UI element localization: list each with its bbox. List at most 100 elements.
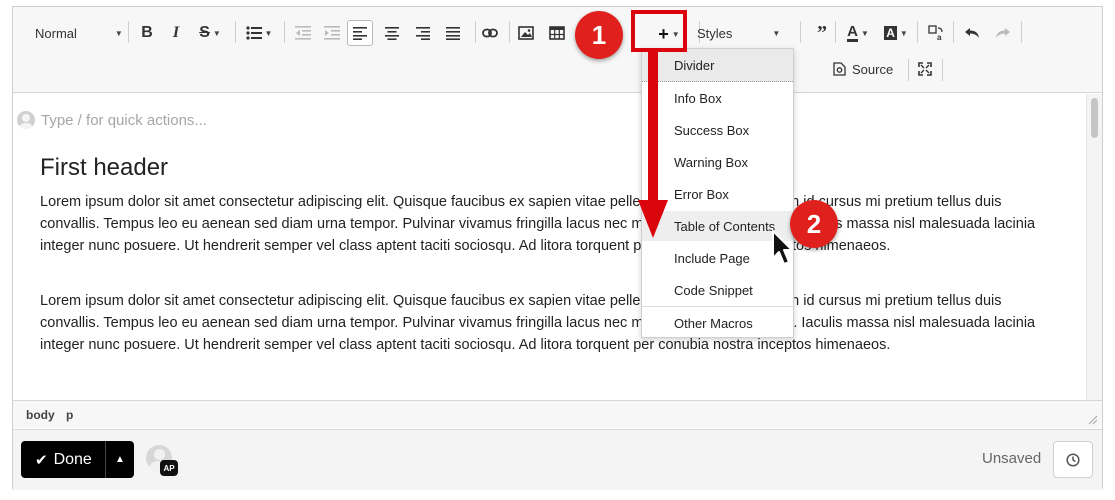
chevron-down-icon: ▼	[899, 28, 908, 38]
chevron-down-icon: ▼	[212, 28, 221, 38]
toolbar-divider	[284, 21, 285, 43]
avatar-initials-badge: AP	[160, 460, 178, 476]
done-button-group: ✔ Done ▲	[21, 441, 134, 478]
styles-select-label: Styles	[697, 25, 733, 41]
toolbar-divider	[475, 21, 476, 43]
content-paragraph: Lorem ipsum dolor sit amet consectetur a…	[40, 194, 1036, 254]
vertical-scrollbar[interactable]	[1086, 94, 1102, 400]
done-button[interactable]: ✔ Done	[21, 441, 105, 478]
user-avatar-icon	[17, 111, 35, 129]
scrollbar-thumb[interactable]	[1091, 98, 1098, 138]
path-item-p[interactable]: p	[66, 408, 73, 422]
list-button[interactable]: ▼	[242, 20, 276, 46]
content-heading: First header	[40, 154, 169, 181]
link-button[interactable]	[477, 20, 503, 46]
menu-item-label: Error Box	[674, 186, 729, 202]
resize-handle-icon[interactable]	[1088, 415, 1098, 425]
menu-item-label: Info Box	[674, 90, 722, 106]
undo-button[interactable]	[959, 20, 985, 46]
maximize-button[interactable]	[912, 56, 938, 82]
menu-item-other-macros[interactable]: Other Macros	[642, 308, 793, 338]
text-color-icon: A	[847, 23, 858, 42]
step-badge-2: 2	[790, 200, 838, 248]
chevron-down-icon: ▼	[772, 28, 781, 38]
strikethrough-icon: S	[199, 24, 210, 41]
align-center-icon	[385, 26, 399, 40]
chevron-down-icon: ▼	[264, 28, 273, 38]
content-paragraph: Lorem ipsum dolor sit amet consectetur a…	[40, 293, 1036, 353]
quick-actions-hint[interactable]: Type / for quick actions...	[17, 111, 207, 129]
format-select-label: Normal	[35, 25, 77, 41]
source-code-icon	[833, 62, 846, 76]
menu-divider	[642, 306, 793, 307]
toolbar-divider	[835, 21, 836, 43]
menu-item-label: Other Macros	[674, 315, 753, 331]
menu-item-info-box[interactable]: Info Box	[642, 83, 793, 113]
source-button[interactable]: Source	[833, 56, 905, 82]
toolbar-divider	[953, 21, 954, 43]
strikethrough-button[interactable]: S ▼	[193, 20, 227, 46]
translate-button[interactable]: a	[923, 20, 949, 46]
rich-text-editor: Normal ▼ B I S ▼ ▼ + ▼ Styles ▼ ” A ▼ A …	[12, 6, 1103, 490]
indent-button[interactable]	[319, 20, 345, 46]
outdent-icon	[295, 26, 311, 40]
menu-item-label: Warning Box	[674, 154, 748, 170]
align-left-button[interactable]	[347, 20, 373, 46]
toolbar-divider	[235, 21, 236, 43]
table-icon	[549, 26, 565, 40]
step-badge-1: 1	[575, 11, 623, 59]
align-center-button[interactable]	[379, 20, 405, 46]
table-button[interactable]	[544, 20, 570, 46]
undo-icon	[965, 28, 979, 38]
justify-button[interactable]	[440, 20, 466, 46]
insert-macro-menu: Divider Info Box Success Box Warning Box…	[641, 48, 794, 338]
redo-button[interactable]	[990, 20, 1016, 46]
arrow-annotation	[648, 52, 658, 204]
toolbar-divider	[1021, 21, 1022, 43]
toolbar-divider	[509, 21, 510, 43]
toolbar-divider	[917, 21, 918, 43]
italic-button[interactable]: I	[163, 20, 189, 46]
menu-item-warning-box[interactable]: Warning Box	[642, 147, 793, 177]
link-icon	[482, 28, 498, 38]
menu-item-code-snippet[interactable]: Code Snippet	[642, 275, 793, 305]
styles-select[interactable]: Styles ▼	[697, 20, 791, 46]
toolbar-divider	[128, 21, 129, 43]
history-button[interactable]	[1053, 441, 1093, 478]
path-item-body[interactable]: body	[26, 408, 55, 422]
format-select[interactable]: Normal ▼	[23, 20, 123, 46]
background-color-icon: A	[884, 26, 897, 40]
align-justify-icon	[446, 26, 460, 40]
redo-icon	[996, 28, 1010, 38]
align-right-button[interactable]	[410, 20, 436, 46]
bold-button[interactable]: B	[134, 20, 160, 46]
menu-item-divider[interactable]: Divider	[642, 49, 793, 82]
done-menu-toggle[interactable]: ▲	[105, 441, 134, 478]
toolbar-divider	[942, 59, 943, 81]
editor-content[interactable]: Type / for quick actions... First header…	[13, 94, 1087, 400]
clock-icon	[1066, 452, 1080, 467]
arrow-head-icon	[638, 200, 668, 238]
bulleted-list-icon	[245, 26, 262, 40]
image-icon	[518, 26, 534, 40]
check-icon: ✔	[35, 451, 48, 469]
background-color-button[interactable]: A ▼	[879, 20, 913, 46]
menu-item-label: Success Box	[674, 122, 750, 138]
bold-icon: B	[141, 24, 153, 41]
menu-item-success-box[interactable]: Success Box	[642, 115, 793, 145]
source-button-label: Source	[852, 61, 894, 77]
outdent-button[interactable]	[290, 20, 316, 46]
save-status: Unsaved	[982, 450, 1042, 467]
highlight-box-annotation	[631, 10, 687, 52]
text-color-button[interactable]: A ▼	[841, 20, 875, 46]
italic-icon: I	[172, 24, 180, 41]
quick-actions-placeholder: Type / for quick actions...	[41, 111, 207, 129]
menu-item-label: Code Snippet	[674, 282, 753, 298]
toolbar-divider	[908, 59, 909, 81]
menu-item-label: Divider	[674, 57, 715, 73]
blockquote-button[interactable]: ”	[809, 20, 835, 46]
menu-item-label: Include Page	[674, 250, 750, 266]
menu-item-label: Table of Contents	[674, 218, 776, 234]
image-button[interactable]	[513, 20, 539, 46]
quote-icon: ”	[817, 21, 827, 44]
